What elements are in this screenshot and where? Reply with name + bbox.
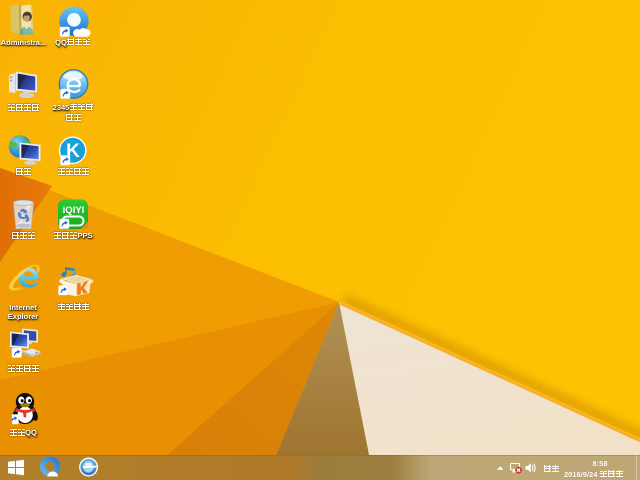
- svg-text:iQIYI: iQIYI: [63, 205, 85, 216]
